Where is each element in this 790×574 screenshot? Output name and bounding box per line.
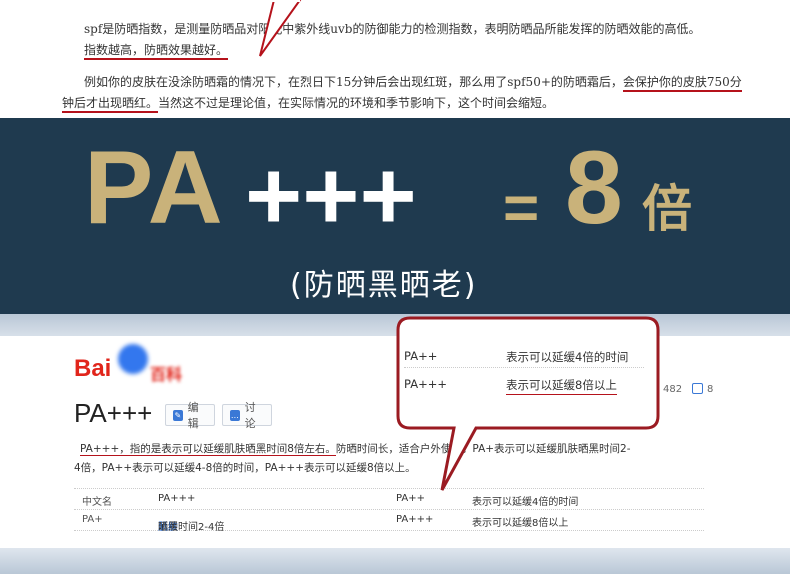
article-section: spf是防晒指数，是测量防晒品对阳光中紫外线uvb的防御能力的检测指数，表明防晒… bbox=[0, 0, 790, 118]
share-count: 8 bbox=[707, 384, 714, 395]
bottom-strip bbox=[0, 548, 790, 574]
callout-pointer bbox=[259, 0, 302, 57]
pa-label: PA bbox=[84, 130, 225, 246]
comment-icon: … bbox=[230, 409, 240, 421]
table-row: PA+ 延缓 肌肤 晒黑时间2-4倍 PA+++ 表示可以延缓8倍以上 bbox=[74, 510, 704, 533]
multiplier-number: 8 bbox=[565, 130, 623, 246]
callout-row: PA++ 表示可以延缓4倍的时间 bbox=[404, 346, 644, 368]
pa-plus-signs: +++ bbox=[245, 140, 417, 250]
article-line-1b: 指数越高，防晒效果越好。 bbox=[84, 41, 229, 60]
share-icon[interactable] bbox=[692, 383, 703, 394]
baike-paw-icon bbox=[118, 344, 148, 374]
callout-content: PA++ 表示可以延缓4倍的时间 PA+++ 表示可以延缓8倍以上 bbox=[396, 322, 658, 430]
equals-sign: = bbox=[503, 174, 540, 243]
article-line-1: spf是防晒指数，是测量防晒品对阳光中紫外线uvb的防御能力的检测指数，表明防晒… bbox=[84, 22, 701, 36]
multiplier-unit: 倍 bbox=[642, 180, 692, 238]
edit-button[interactable]: ✎ 编辑 bbox=[165, 401, 215, 430]
baike-logo-tail: 百科 bbox=[150, 365, 183, 384]
banner-subtitle: (防晒黑晒老) bbox=[290, 268, 478, 303]
entry-title: PA+++ bbox=[74, 398, 153, 428]
pencil-icon: ✎ bbox=[173, 409, 183, 421]
article-line-3: 钟后才出现晒红。当然这不过是理论值，在实际情况的环境和季节影响下，这个时间会缩短… bbox=[62, 94, 554, 113]
baike-logo: Bai bbox=[74, 355, 112, 382]
discuss-button[interactable]: … 讨论 bbox=[222, 401, 272, 430]
entry-desc-line-2: 4倍，PA++表示可以延缓4-8倍的时间，PA+++表示可以延缓8倍以上。 bbox=[74, 462, 416, 474]
article-line-2: 例如你的皮肤在没涂防晒霜的情况下，在烈日下15分钟后会出现红斑，那么用了spf5… bbox=[84, 73, 742, 92]
callout-row: PA+++ 表示可以延缓8倍以上 bbox=[404, 374, 644, 396]
